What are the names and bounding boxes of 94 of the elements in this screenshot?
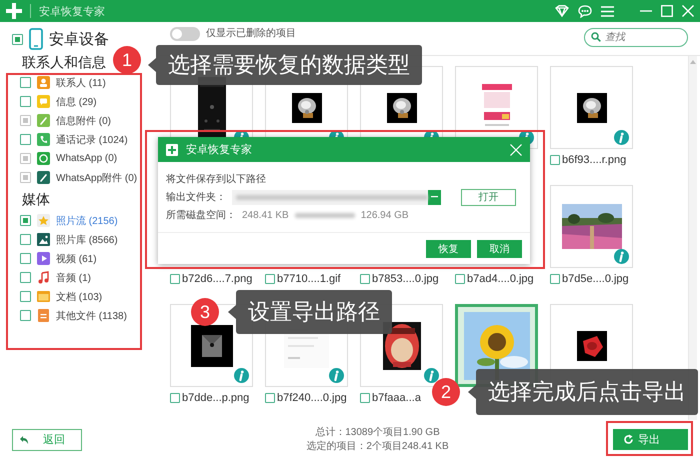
section-heading: 媒体: [22, 190, 50, 209]
guide-tooltip: 设置导出路径: [236, 290, 392, 334]
checkbox[interactable]: [265, 393, 275, 403]
category-item[interactable]: 信息 (29): [56, 94, 97, 108]
message-icon: [37, 95, 50, 108]
required-space: 248.41 KB: [242, 210, 289, 220]
search-icon: [591, 32, 601, 42]
plus-icon: [166, 144, 178, 156]
category-item[interactable]: 照片流 (2156): [56, 214, 118, 228]
info-icon[interactable]: [424, 368, 439, 383]
checkbox[interactable]: [20, 310, 31, 321]
scroll-up-icon[interactable]: [690, 60, 696, 64]
category-item[interactable]: 联系人 (11): [56, 76, 106, 90]
checkbox[interactable]: [20, 77, 31, 88]
checkbox[interactable]: [455, 274, 465, 284]
close-icon[interactable]: [682, 5, 694, 17]
info-icon[interactable]: [614, 130, 629, 145]
category-item[interactable]: 视频 (61): [56, 252, 97, 266]
checkbox[interactable]: [170, 274, 180, 284]
checkbox[interactable]: [360, 393, 370, 403]
file-name: b7853....0.jpg: [372, 273, 439, 285]
maximize-icon[interactable]: [661, 5, 673, 17]
plus-icon: [6, 3, 22, 19]
blurred-text: [294, 212, 355, 218]
checkbox[interactable]: [360, 274, 370, 284]
play-icon: [37, 252, 50, 265]
step-badge: 2: [432, 378, 460, 406]
category-item[interactable]: 照片库 (8566): [56, 232, 118, 246]
back-arrow-icon: [19, 434, 29, 444]
file-name: b7ad4....0.jpg: [467, 273, 534, 285]
total-text: 总计：13089个项目1.90 GB: [315, 426, 440, 440]
browse-button[interactable]: [428, 190, 441, 204]
checkbox[interactable]: [550, 274, 560, 284]
checkbox[interactable]: [20, 272, 31, 283]
category-item[interactable]: 文档 (103): [56, 290, 102, 304]
info-icon[interactable]: [614, 249, 629, 264]
callout-pointer: [148, 58, 156, 72]
file-name: b72d6....7.png: [182, 273, 252, 285]
checkbox[interactable]: [20, 291, 31, 302]
folder-label: 输出文件夹：: [166, 190, 226, 204]
file-name: b7710....1.gif: [277, 273, 341, 285]
menu-icon[interactable]: [601, 6, 614, 16]
step-badge: 1: [113, 46, 141, 74]
file-name: b7dde...p.png: [182, 392, 250, 404]
info-icon[interactable]: [234, 368, 249, 383]
open-button[interactable]: 打开: [461, 188, 516, 206]
diamond-icon[interactable]: [555, 5, 569, 17]
file-name: b7faaa...a: [372, 392, 421, 404]
section-heading: 联系人和信息: [22, 53, 106, 72]
info-icon[interactable]: [329, 368, 344, 383]
path-field[interactable]: [232, 190, 428, 204]
toggle-switch[interactable]: [170, 27, 200, 41]
minus-icon: [431, 196, 438, 198]
dialog-title: 安卓恢复专家: [186, 142, 252, 157]
category-item[interactable]: 通话记录 (1024): [56, 132, 128, 146]
checkbox[interactable]: [20, 215, 31, 226]
file-name: b7d5e....0.jpg: [562, 273, 629, 285]
document-icon: [37, 309, 50, 322]
checkbox[interactable]: [550, 155, 560, 165]
callout-pointer: [468, 385, 476, 399]
checkbox[interactable]: [20, 134, 31, 145]
guide-tooltip: 选择完成后点击导出: [476, 369, 698, 415]
category-item[interactable]: 音频 (1): [56, 270, 91, 284]
chat-icon: [37, 152, 50, 165]
device-label: 安卓设备: [49, 30, 109, 48]
refresh-icon: [623, 434, 634, 445]
callout-pointer: [228, 305, 236, 319]
checkbox[interactable]: [20, 234, 31, 245]
person-icon: [37, 76, 50, 89]
checkbox[interactable]: [20, 253, 31, 264]
star-icon: [37, 214, 50, 227]
checkbox[interactable]: [265, 274, 275, 284]
close-icon[interactable]: [510, 144, 522, 156]
dialog-prompt: 将文件保存到以下路径: [166, 172, 266, 186]
step-badge: 3: [191, 298, 219, 326]
guide-tooltip: 选择需要恢复的数据类型: [156, 45, 422, 85]
search-field[interactable]: 查找: [584, 28, 688, 47]
category-item[interactable]: 其他文件 (1138): [56, 308, 127, 322]
phone-icon: [37, 133, 50, 146]
free-space: 126.94 GB: [360, 210, 409, 220]
toggle-label: 仅显示已删除的项目: [206, 27, 296, 41]
chat-icon[interactable]: [578, 4, 592, 18]
file-name: b6f93....r.png: [562, 154, 626, 166]
folder-icon: [37, 290, 50, 303]
selected-total-text: 选定的项目：2个项目248.41 KB: [306, 440, 449, 454]
checkbox[interactable]: [12, 34, 23, 44]
music-icon: [37, 271, 50, 284]
phone-icon: [29, 28, 43, 50]
file-name: b7f240....0.jpg: [277, 392, 347, 404]
space-label: 所需磁盘空间：: [166, 208, 236, 222]
image-icon: [37, 233, 50, 246]
checkbox[interactable]: [20, 96, 31, 107]
window-title: 安卓恢复专家: [39, 4, 105, 18]
checkbox[interactable]: [170, 393, 180, 403]
